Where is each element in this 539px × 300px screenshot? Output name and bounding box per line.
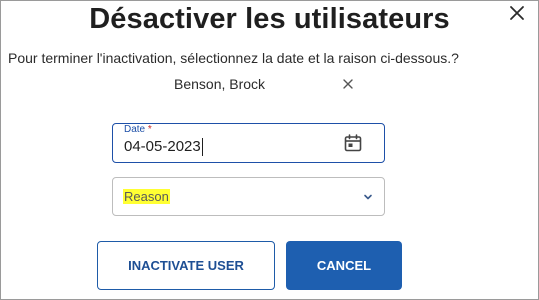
required-marker: * [147,124,152,135]
calendar-button[interactable] [343,133,363,153]
calendar-icon [344,134,362,152]
reason-placeholder: Reason [123,189,170,204]
chevron-down-icon [364,194,372,200]
cancel-button[interactable]: CANCEL [286,241,402,290]
close-dialog-button[interactable] [506,2,528,24]
close-icon [510,6,524,20]
remove-user-button[interactable] [341,77,355,91]
selected-user-name: Benson, Brock [174,76,266,92]
close-icon [343,79,353,89]
date-field[interactable]: Date * 04-05-2023 [112,123,385,163]
date-input-value[interactable]: 04-05-2023 [124,138,203,156]
dialog-title: Désactiver les utilisateurs [89,3,450,35]
date-field-label: Date * [124,124,152,135]
reason-select[interactable]: Reason [112,177,385,216]
inactivate-user-button[interactable]: INACTIVATE USER [97,241,275,290]
dialog-subtitle: Pour terminer l'inactivation, sélectionn… [8,50,459,66]
